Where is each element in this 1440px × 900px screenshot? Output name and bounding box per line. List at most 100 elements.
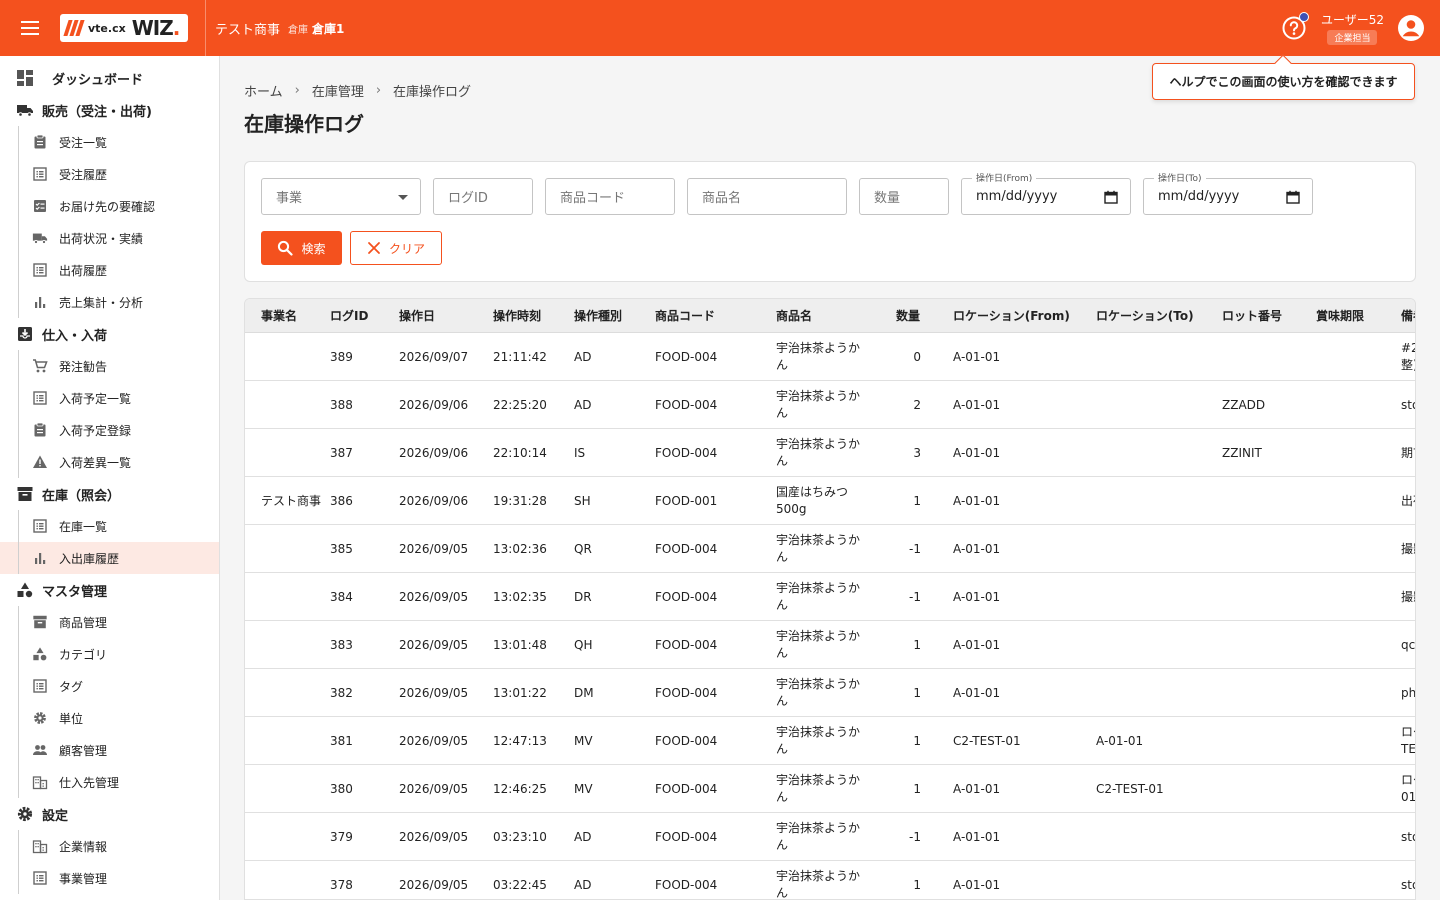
sidebar-item-dashboard[interactable]: ダッシュボード [0, 62, 219, 94]
table-row[interactable]: 385 2026/09/05 13:02:36 QR FOOD-004 宇治抹茶ようかん -… [245, 525, 1415, 573]
product-name-input[interactable]: 商品名 [687, 178, 847, 215]
sidebar-item-shipping-status[interactable]: 出荷状況・実績 [0, 222, 219, 254]
header-divider [205, 0, 206, 56]
sidebar-group-master[interactable]: マスタ管理 [0, 574, 219, 606]
cell-product-code: FOOD-004 [655, 733, 718, 748]
cell-location-to: C2-TEST-01 [1096, 781, 1164, 796]
table-row[interactable]: 383 2026/09/05 13:01:48 QH FOOD-004 宇治抹茶ようかん 1… [245, 621, 1416, 669]
cell-quantity: 1 [913, 877, 921, 892]
help-button[interactable] [1281, 12, 1309, 41]
business-select[interactable]: 事業 [261, 178, 421, 215]
col-time[interactable]: 操作時刻 [493, 299, 541, 333]
cell-location-from: A-01-01 [953, 397, 1001, 412]
col-date[interactable]: 操作日 [399, 299, 435, 333]
sidebar-item-order-list[interactable]: 受注一覧 [0, 126, 219, 158]
account-avatar[interactable] [1396, 13, 1426, 43]
cell-note: ロケ 01- [1401, 773, 1416, 804]
sidebar-group-label: 販売（受注・出荷) [42, 104, 152, 120]
col-product-name[interactable]: 商品名 [776, 299, 812, 333]
table-row[interactable]: 378 2026/09/05 03:22:45 AD FOOD-004 宇治抹茶ようかん 1… [245, 861, 1415, 899]
cell-product-name: 宇治抹茶ようかん [776, 389, 861, 420]
clear-button-label: クリア [388, 241, 425, 256]
cell-note: 撮影 [1401, 541, 1415, 556]
table-row[interactable]: テスト商事 386 2026/09/06 19:31:28 SH FOOD-001 国産はち… [245, 477, 1415, 525]
table-row[interactable]: 384 2026/09/05 13:02:35 DR FOOD-004 宇治抹茶ようかん -… [245, 573, 1415, 621]
sidebar-group-settings[interactable]: 設定 [0, 798, 219, 830]
col-product-code[interactable]: 商品コード [655, 299, 715, 333]
warehouse-label: 倉庫 [288, 24, 309, 36]
sidebar-item-suppliers[interactable]: 仕入先管理 [0, 766, 219, 798]
sidebar-item-stock-history[interactable]: 入出庫履歴 [0, 542, 219, 574]
cell-location-to [1096, 813, 1216, 861]
col-quantity[interactable]: 数量 [896, 299, 920, 333]
sidebar-item-arrival-diff[interactable]: 入荷差異一覧 [0, 446, 219, 478]
sidebar-item-label: 出荷状況・実績 [59, 231, 144, 246]
col-expiry[interactable]: 賞味期限 [1316, 299, 1364, 333]
sidebar-item-company-info[interactable]: 企業情報 [0, 830, 219, 862]
company-name[interactable]: テスト商事 [215, 19, 280, 38]
col-note[interactable]: 備考 [1401, 299, 1415, 333]
breadcrumb-home[interactable]: ホーム [244, 81, 283, 100]
sidebar-item-business-manage[interactable]: 事業管理 [0, 862, 219, 894]
log-id-input[interactable]: ログID [433, 178, 533, 215]
table-header: 事業名 ログID 操作日 操作時刻 操作種別 商品コード 商品名 数量 ロケーシ… [245, 299, 1415, 333]
sidebar-item-units[interactable]: 単位 [0, 702, 219, 734]
cell-location-to [1096, 669, 1216, 717]
table-row[interactable]: 387 2026/09/06 22:10:14 IS FOOD-004 宇治抹茶ようかん 3… [245, 429, 1415, 477]
cell-location-from: A-01-01 [953, 541, 1001, 556]
sidebar-group-inventory[interactable]: 在庫（照会） [0, 478, 219, 510]
table-row[interactable]: 388 2026/09/06 22:25:20 AD FOOD-004 宇治抹茶ようかん 2… [245, 381, 1415, 429]
sidebar-item-order-recommend[interactable]: 発注勧告 [0, 350, 219, 382]
col-location-from[interactable]: ロケーション(From) [953, 299, 1070, 333]
sidebar-item-products[interactable]: 商品管理 [0, 606, 219, 638]
table-row[interactable]: 382 2026/09/05 13:01:22 DM FOOD-004 宇治抹茶ようかん 1… [245, 669, 1415, 717]
product-code-input[interactable]: 商品コード [545, 178, 675, 215]
cell-note: sto [1401, 829, 1415, 844]
sidebar-item-customers[interactable]: 顧客管理 [0, 734, 219, 766]
cell-location-from: A-01-01 [953, 829, 1001, 844]
sidebar-group-sales[interactable]: 販売（受注・出荷) [0, 94, 219, 126]
date-to-input[interactable]: 操作日(To) mm/dd/yyyy [1143, 171, 1313, 215]
col-lot[interactable]: ロット番号 [1222, 299, 1282, 333]
logo-small-text: vte.cx [88, 21, 126, 35]
sidebar-item-arrival-register[interactable]: 入荷予定登録 [0, 414, 219, 446]
cell-expiry [1316, 477, 1396, 525]
table-row[interactable]: 379 2026/09/05 03:23:10 AD FOOD-004 宇治抹茶ようかん -… [245, 813, 1415, 861]
cell-note: sto [1401, 397, 1415, 412]
col-location-to[interactable]: ロケーション(To) [1096, 299, 1194, 333]
sidebar-item-delivery-check[interactable]: お届け先の要確認 [0, 190, 219, 222]
cell-lot [1222, 861, 1310, 899]
sidebar-item-tags[interactable]: タグ [0, 670, 219, 702]
col-business[interactable]: 事業名 [261, 299, 297, 333]
search-button[interactable]: 検索 [261, 231, 342, 265]
sidebar-item-order-history[interactable]: 受注履歴 [0, 158, 219, 190]
table-row[interactable]: 380 2026/09/05 12:46:25 MV FOOD-004 宇治抹茶ようかん 1… [245, 765, 1416, 813]
cell-business [261, 525, 323, 573]
sidebar-item-categories[interactable]: カテゴリ [0, 638, 219, 670]
table-row[interactable]: 381 2026/09/05 12:47:13 MV FOOD-004 宇治抹茶ようかん 1… [245, 717, 1415, 765]
clear-button[interactable]: クリア [350, 231, 442, 265]
warehouse-name[interactable]: 倉庫1 [312, 20, 344, 37]
app-logo[interactable]: vte.cx WIZ. [60, 14, 188, 42]
table-row[interactable]: 389 2026/09/07 21:11:42 AD FOOD-004 宇治抹茶ようかん 0… [245, 333, 1415, 381]
sidebar-item-label: カテゴリ [59, 647, 108, 662]
menu-button[interactable] [0, 0, 60, 56]
calendar-icon[interactable] [1286, 190, 1300, 204]
sidebar-item-shipping-history[interactable]: 出荷履歴 [0, 254, 219, 286]
user-info[interactable]: ユーザー52 企業担当 [1321, 11, 1384, 45]
sidebar-item-arrival-list[interactable]: 入荷予定一覧 [0, 382, 219, 414]
sidebar-group-purchase[interactable]: 仕入・入荷 [0, 318, 219, 350]
date-from-input[interactable]: 操作日(From) mm/dd/yyyy [961, 171, 1131, 215]
cell-product-name: 宇治抹茶ようかん [776, 773, 861, 804]
quantity-input[interactable]: 数量 [859, 178, 949, 215]
col-type[interactable]: 操作種別 [574, 299, 622, 333]
sidebar-item-sales-analysis[interactable]: 売上集計・分析 [0, 286, 219, 318]
sidebar-item-stock-list[interactable]: 在庫一覧 [0, 510, 219, 542]
cell-date: 2026/09/06 [399, 397, 469, 412]
col-log-id[interactable]: ログID [330, 299, 368, 333]
calendar-icon[interactable] [1104, 190, 1118, 204]
breadcrumb-inventory[interactable]: 在庫管理 [312, 81, 364, 100]
cell-note: qc_ [1401, 637, 1416, 652]
cell-expiry [1316, 429, 1396, 477]
cell-product-name: 宇治抹茶ようかん [776, 821, 861, 852]
